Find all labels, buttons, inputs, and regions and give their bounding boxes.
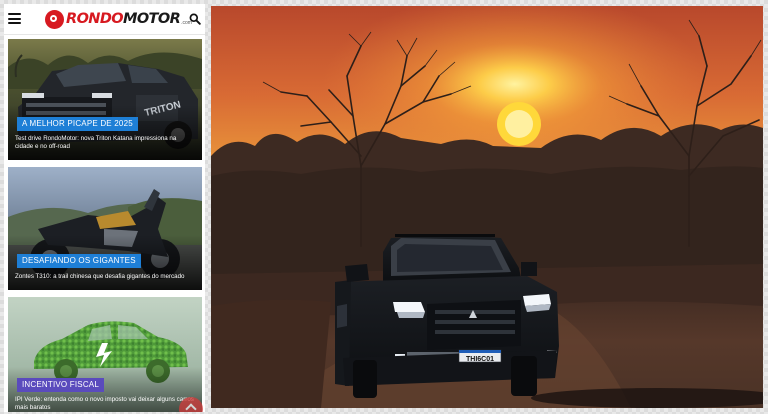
search-icon[interactable] [189, 12, 201, 25]
card-overlay [8, 105, 202, 160]
hero-photo[interactable]: THI6C01 [211, 6, 763, 408]
logo-emblem [45, 9, 64, 29]
news-card-ipi-verde[interactable]: INCENTIVO FISCAL IPI Verde: entenda como… [8, 297, 202, 412]
license-plate: THI6C01 [466, 356, 494, 363]
card-badge: A MELHOR PICAPE DE 2025 [17, 117, 138, 131]
logo-primary: RONDO [66, 11, 124, 27]
card-badge: DESAFIANDO OS GIGANTES [17, 254, 141, 268]
sidebar-news-feed: RONDOMOTOR .com A MELHOR PICAPE DE 2025 … [4, 4, 205, 412]
card-title[interactable]: Zontes T310: a trail chinesa que desafia… [15, 273, 195, 281]
news-card-zontes[interactable]: DESAFIANDO OS GIGANTES Zontes T310: a tr… [8, 167, 202, 290]
site-header: RONDOMOTOR .com [4, 4, 205, 35]
news-card-triton[interactable]: TRITON A MELHOR PICAPE DE 2025 Test driv… [8, 39, 202, 160]
sunset-pickup-scene: THI6C01 [211, 6, 763, 408]
menu-icon[interactable] [8, 13, 21, 24]
logo-wordmark: RONDOMOTOR [66, 11, 181, 27]
card-title[interactable]: Test drive RondoMotor: nova Triton Katan… [15, 135, 195, 151]
card-title[interactable]: IPI Verde: entenda como o novo imposto v… [15, 396, 195, 412]
card-badge: INCENTIVO FISCAL [17, 378, 104, 392]
logo-secondary: MOTOR [123, 11, 181, 27]
site-logo[interactable]: RONDOMOTOR .com [45, 9, 192, 29]
